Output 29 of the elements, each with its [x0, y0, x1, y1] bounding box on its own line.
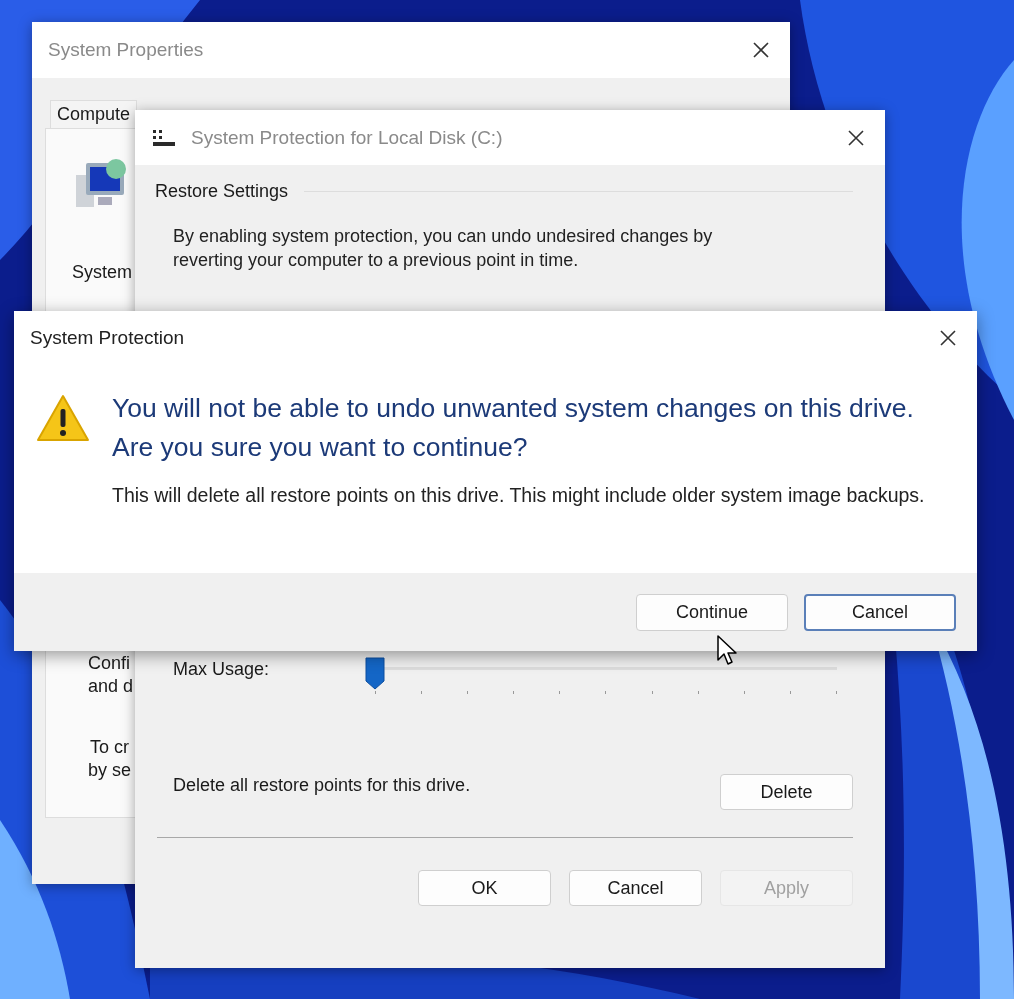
dialog-button[interactable]: Continue — [636, 593, 788, 631]
cursor-icon — [716, 634, 738, 666]
close-icon[interactable] — [939, 329, 957, 347]
panel-text: System — [72, 261, 132, 284]
slider[interactable] — [365, 657, 837, 693]
window-title: System Protection for Local Disk (C:) — [191, 126, 504, 149]
description-text: By enabling system protection, you can undo undesired changes by reverting your computer to a previous point in time. — [173, 225, 714, 272]
dialog-message: This will delete all restore points on this drive. This might include older system image backups. — [112, 483, 926, 508]
window-title: System Properties — [48, 39, 205, 61]
dialog-button[interactable]: OK — [418, 870, 551, 906]
dialog-heading: You will not be able to undo unwanted system changes on this drive. Are you sure you want to continue? — [112, 392, 915, 464]
panel-text: To cr — [89, 736, 129, 759]
slider-label: Max Usage: — [173, 658, 271, 680]
panel-text: Confi — [87, 652, 131, 675]
close-icon[interactable] — [847, 128, 865, 147]
panel-text: by se — [87, 759, 132, 782]
warning-icon — [36, 393, 90, 443]
tab[interactable]: Compute — [50, 100, 138, 129]
panel-text: and d — [87, 675, 134, 698]
slider-thumb[interactable] — [365, 657, 385, 690]
drive-icon — [151, 127, 177, 148]
delete-button[interactable]: Delete — [720, 774, 853, 810]
dialog-button[interactable]: Cancel — [569, 870, 702, 906]
close-icon[interactable] — [752, 41, 770, 59]
dialog-button: Apply — [720, 870, 853, 906]
delete-description: Delete all restore points for this drive. — [173, 775, 471, 796]
dialog-title: System Protection — [30, 327, 186, 349]
section-title: Restore Settings — [155, 181, 289, 202]
dialog-button[interactable]: Cancel — [804, 593, 956, 631]
